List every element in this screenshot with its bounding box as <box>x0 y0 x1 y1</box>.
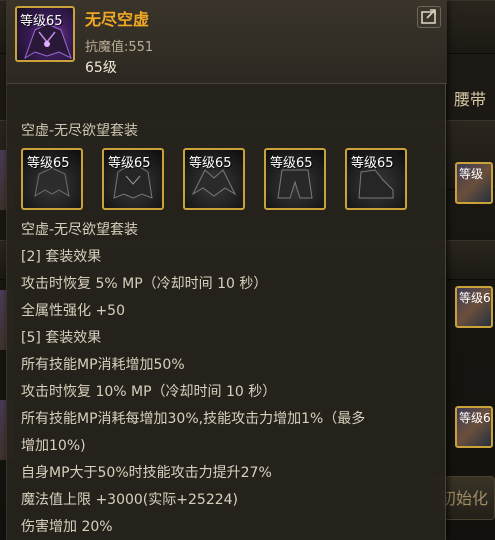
belt-tab[interactable]: 腰带 <box>445 80 495 120</box>
set-piece-level-badge: 等级65 <box>270 156 313 171</box>
set-description-line: 所有技能MP消耗每增加30%,技能攻击力增加1%（最多 <box>21 411 366 427</box>
background-equip-slot[interactable]: 等级6 <box>455 406 493 448</box>
set-piece-level-badge: 等级65 <box>351 156 394 171</box>
slot-level-badge: 等级6 <box>459 291 491 305</box>
set-description-line: 增加10%) <box>21 438 86 454</box>
set-description-line: 全属性强化 +50 <box>21 303 125 319</box>
set-piece-level-badge: 等级65 <box>189 156 232 171</box>
set-description-line: 伤害增加 20% <box>21 519 113 535</box>
set-description-line: [2] 套装效果 <box>21 249 102 265</box>
slot-level-badge: 等级6 <box>459 411 491 425</box>
share-button[interactable] <box>417 6 441 28</box>
share-icon <box>421 9 436 24</box>
game-screen: 腰带 等级 等级6 等级6 初始化 等级65 无尽空虚 抗魔值:551 65级 <box>0 0 495 540</box>
set-description-line: 所有技能MP消耗增加50% <box>21 357 185 373</box>
item-tooltip: 等级65 无尽空虚 抗魔值:551 65级 空虚-无尽欲望套装 等级65 等级6… <box>6 0 447 540</box>
slot-level-badge: 等级 <box>459 167 484 181</box>
set-description-line: 空虚-无尽欲望套装 <box>21 222 139 238</box>
set-description-line: [5] 套装效果 <box>21 330 102 346</box>
set-piece-level-badge: 等级65 <box>27 156 70 171</box>
background-equip-slot[interactable]: 等级 <box>455 162 493 204</box>
set-description-line: 魔法值上限 +3000(实际+25224) <box>21 492 238 508</box>
item-name: 无尽空虚 <box>85 10 150 29</box>
item-icon: 等级65 <box>15 6 75 62</box>
set-piece-slot[interactable]: 等级65 <box>102 148 164 210</box>
background-equip-slot[interactable]: 等级6 <box>455 286 493 328</box>
item-level-badge: 等级65 <box>20 14 63 29</box>
set-piece-slot[interactable]: 等级65 <box>264 148 326 210</box>
item-resist-value: 抗魔值:551 <box>85 40 154 55</box>
set-piece-slot[interactable]: 等级65 <box>183 148 245 210</box>
set-description-line: 自身MP大于50%时技能攻击力提升27% <box>21 465 272 481</box>
tooltip-header: 等级65 无尽空虚 抗魔值:551 65级 <box>7 0 447 84</box>
set-description-line: 攻击时恢复 10% MP（冷却时间 10 秒） <box>21 384 277 400</box>
set-piece-slot[interactable]: 等级65 <box>21 148 83 210</box>
set-piece-level-badge: 等级65 <box>108 156 151 171</box>
set-piece-slot[interactable]: 等级65 <box>345 148 407 210</box>
item-level: 65级 <box>85 60 117 76</box>
set-title: 空虚-无尽欲望套装 <box>21 123 139 139</box>
set-description-line: 攻击时恢复 5% MP（冷却时间 10 秒） <box>21 276 268 292</box>
